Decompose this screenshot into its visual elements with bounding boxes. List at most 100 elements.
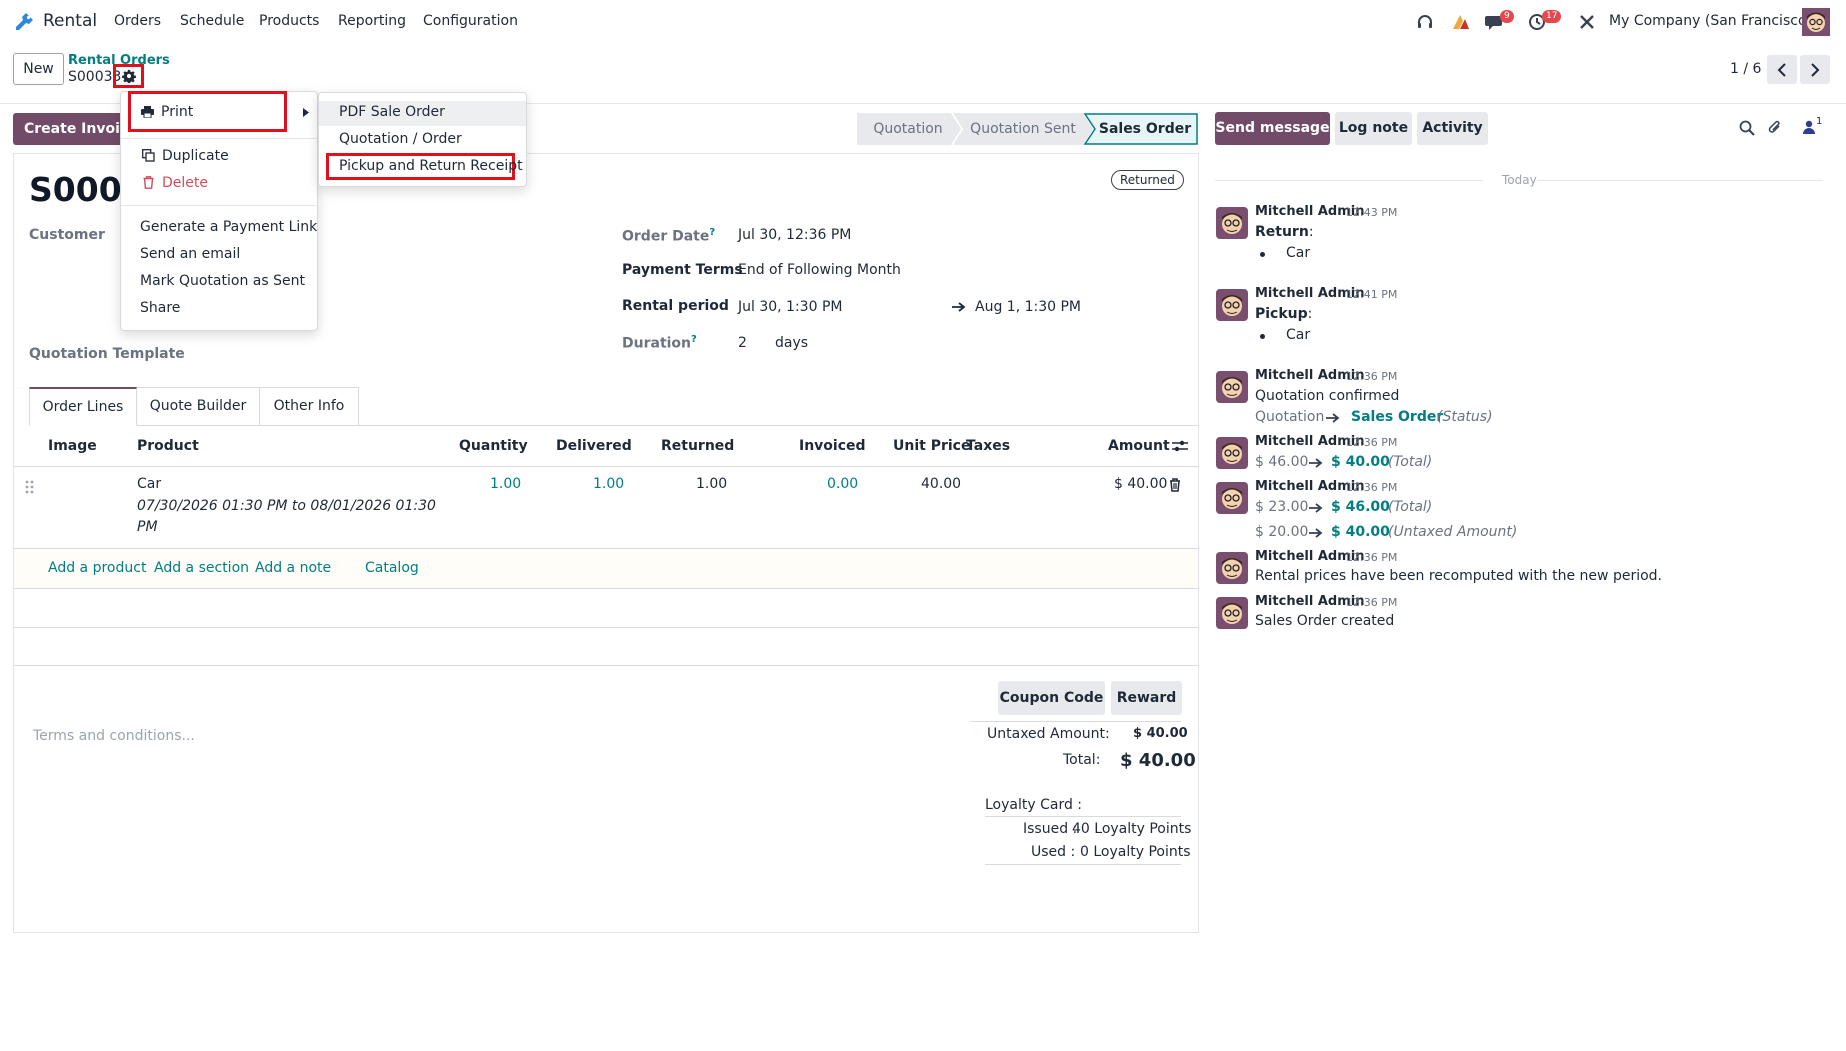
pager-previous[interactable] [1767,55,1797,84]
add-section-link[interactable]: Add a section [154,560,249,576]
message-time: 12:41 PM [1346,288,1398,301]
rental-end-value[interactable]: Aug 1, 1:30 PM [975,299,1081,315]
col-invoiced[interactable]: Invoiced [799,438,866,454]
untaxed-amount-value: $ 40.00 [1133,726,1188,741]
row-returned[interactable]: 1.00 [696,476,727,492]
generate-payment-link-item[interactable]: Generate a Payment Link [140,219,317,235]
tab-order-lines[interactable]: Order Lines [29,387,137,426]
create-invoice-button[interactable]: Create Invoice [13,113,123,145]
message-time: 12:36 PM [1346,596,1398,609]
company-switcher[interactable]: My Company (San Francisco) [1609,13,1812,29]
search-icon[interactable] [1739,120,1755,136]
row-invoiced[interactable]: 0.00 [827,476,858,492]
order-date-label-text: Order Date [622,228,710,245]
message-avatar[interactable] [1216,289,1248,321]
col-product[interactable]: Product [137,438,199,454]
duplicate-menu-item[interactable]: Duplicate [162,148,229,164]
menu-configuration[interactable]: Configuration [423,13,518,29]
row-quantity[interactable]: 1.00 [490,476,521,492]
message-avatar[interactable] [1216,552,1248,584]
log-note-button[interactable]: Log note [1335,112,1412,145]
support-icon[interactable] [1416,13,1434,31]
debug-tools-icon[interactable] [1578,13,1596,31]
loyalty-card-label: Loyalty Card : [985,797,1083,813]
quotation-order-item[interactable]: Quotation / Order [339,131,462,147]
tracking-old-value-2: $ 20.00 [1255,524,1309,540]
pager-next[interactable] [1800,55,1830,84]
table-row[interactable]: Car 07/30/2026 01:30 PM to 08/01/2026 01… [14,467,1198,548]
duration-help-icon[interactable]: ? [691,334,697,345]
coupon-code-button[interactable]: Coupon Code [998,681,1105,715]
tracking-new-value: Sales Order [1351,409,1444,425]
col-amount[interactable]: Amount [1108,438,1170,454]
payment-terms-value[interactable]: End of Following Month [738,262,901,278]
tab-other-info[interactable]: Other Info [260,387,359,426]
mark-quotation-sent-item[interactable]: Mark Quotation as Sent [140,273,305,289]
optional-columns-icon[interactable] [1172,439,1188,453]
loyalty-bottom-rule [985,864,1181,865]
message-avatar[interactable] [1216,437,1248,469]
delete-line-icon[interactable] [1169,478,1181,492]
add-note-link[interactable]: Add a note [255,560,331,576]
copy-icon [142,149,155,162]
add-product-link[interactable]: Add a product [48,560,146,576]
catalog-link[interactable]: Catalog [365,560,419,576]
message-avatar[interactable] [1216,597,1248,629]
col-returned[interactable]: Returned [661,438,734,454]
col-image[interactable]: Image [48,438,97,454]
app-logo-icon[interactable] [1451,13,1471,31]
delete-menu-item[interactable]: Delete [162,175,208,191]
duration-label-text: Duration [622,335,692,352]
stage-quotation-sent[interactable]: Quotation Sent [964,113,1082,145]
send-message-button[interactable]: Send message [1215,112,1330,145]
tracking-new-value-2: $ 40.00 [1331,524,1390,540]
user-avatar[interactable] [1802,8,1830,36]
share-item[interactable]: Share [140,300,180,316]
duration-value[interactable]: 2 [738,335,747,351]
stage-sales-order[interactable]: Sales Order [1095,113,1195,145]
message-avatar[interactable] [1216,207,1248,239]
drag-handle-icon[interactable] [25,480,35,494]
followers-icon[interactable] [1803,120,1815,134]
app-name[interactable]: Rental [43,11,97,31]
tab-order-lines-label: Order Lines [42,399,124,415]
order-date-value[interactable]: Jul 30, 12:36 PM [738,227,851,243]
message-avatar[interactable] [1216,482,1248,514]
send-email-item[interactable]: Send an email [140,246,240,262]
pager-value[interactable]: 1 / 6 [1730,61,1761,77]
chevron-right-icon [1811,62,1820,77]
date-separator-line-right [1537,180,1823,181]
paperclip-icon[interactable] [1768,119,1782,136]
app-icon[interactable] [12,10,36,34]
col-unit-price[interactable]: Unit Price [893,438,970,454]
menu-reporting[interactable]: Reporting [338,13,406,29]
terms-and-conditions[interactable]: Terms and conditions... [33,728,195,744]
col-delivered[interactable]: Delivered [556,438,632,454]
arrow-right-icon [952,302,966,312]
menu-products[interactable]: Products [259,13,319,29]
activity-button[interactable]: Activity [1417,112,1488,145]
menu-schedule[interactable]: Schedule [180,13,244,29]
gear-button[interactable] [113,64,144,88]
row-delivered[interactable]: 1.00 [593,476,624,492]
reward-button[interactable]: Reward [1111,681,1182,715]
col-taxes[interactable]: Taxes [966,438,1010,454]
col-quantity[interactable]: Quantity [459,438,528,454]
row-unit-price[interactable]: 40.00 [921,476,961,492]
rental-start-value[interactable]: Jul 30, 1:30 PM [738,299,842,315]
stage-quotation[interactable]: Quotation [858,113,958,145]
message-time: 12:36 PM [1346,370,1398,383]
menu-orders[interactable]: Orders [114,13,161,29]
message-time: 12:36 PM [1346,551,1398,564]
rental-period-label: Rental period [622,298,729,314]
message-avatar[interactable] [1216,371,1248,403]
duration-label: Duration? [622,334,697,352]
tracking-new-value: $ 40.00 [1331,454,1390,470]
row-product[interactable]: Car [137,476,161,492]
order-date-help-icon[interactable]: ? [709,227,715,238]
tab-quote-builder[interactable]: Quote Builder [137,387,260,426]
caret-right-icon [303,108,309,117]
printer-icon [141,106,154,118]
message-body: Rental prices have been recomputed with … [1255,568,1662,584]
new-button[interactable]: New [13,53,64,85]
